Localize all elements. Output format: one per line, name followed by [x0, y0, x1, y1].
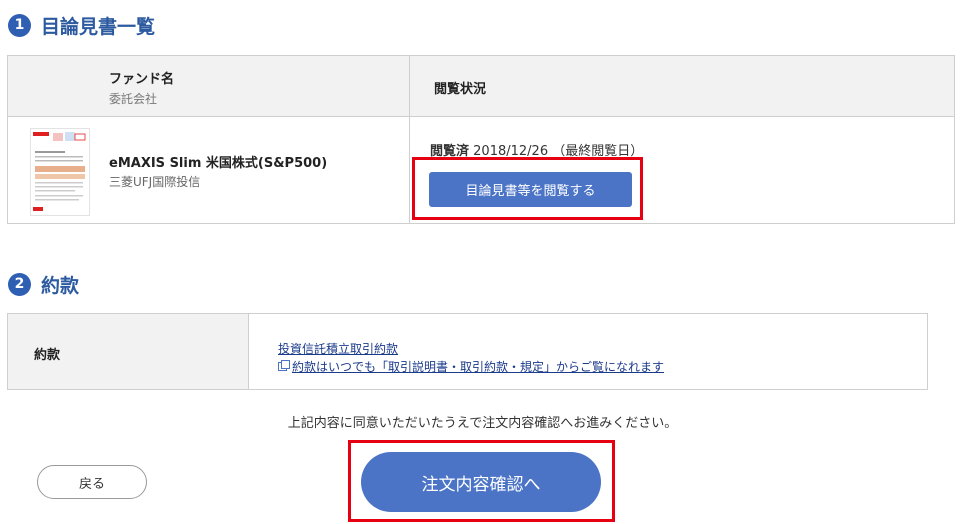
- terms-label: 約款: [34, 348, 61, 363]
- section-heading-prospectus: 1 目論見書一覧: [8, 11, 155, 39]
- column-divider: [409, 56, 410, 223]
- new-window-icon: [278, 360, 290, 371]
- section-title: 目論見書一覧: [41, 15, 156, 38]
- header-company: 委託会社: [109, 92, 158, 106]
- fund-name: eMAXIS Slim 米国株式(S&P500): [109, 156, 328, 171]
- agreement-notice: 上記内容に同意いただいたうえで注文内容確認へお進みください。: [287, 416, 678, 431]
- fund-company: 三菱UFJ国際投信: [109, 175, 201, 189]
- terms-documents-link[interactable]: 約款はいつでも「取引説明書・取引約款・規定」からご覧になれます: [278, 358, 664, 375]
- terms-table: 約款 投資信託積立取引約款 約款はいつでも「取引説明書・取引約款・規定」からご覧…: [7, 313, 928, 390]
- step-number-badge: 2: [8, 272, 31, 296]
- header-view-status: 閲覧状況: [434, 82, 487, 97]
- confirm-order-button[interactable]: 注文内容確認へ: [361, 452, 601, 512]
- header-fund-name: ファンド名: [109, 72, 175, 87]
- terms-documents-link-label: 約款はいつでも「取引説明書・取引約款・規定」からご覧になれます: [292, 360, 665, 374]
- back-button[interactable]: 戻る: [37, 465, 147, 499]
- section-heading-terms: 2 約款: [8, 270, 79, 298]
- terms-label-cell: 約款: [8, 314, 249, 389]
- section-title: 約款: [41, 274, 80, 297]
- step-number-badge: 1: [8, 13, 31, 37]
- prospectus-thumbnail-image: [30, 128, 90, 216]
- view-prospectus-button[interactable]: 目論見書等を閲覧する: [429, 172, 632, 207]
- trust-terms-link[interactable]: 投資信託積立取引約款: [278, 340, 398, 357]
